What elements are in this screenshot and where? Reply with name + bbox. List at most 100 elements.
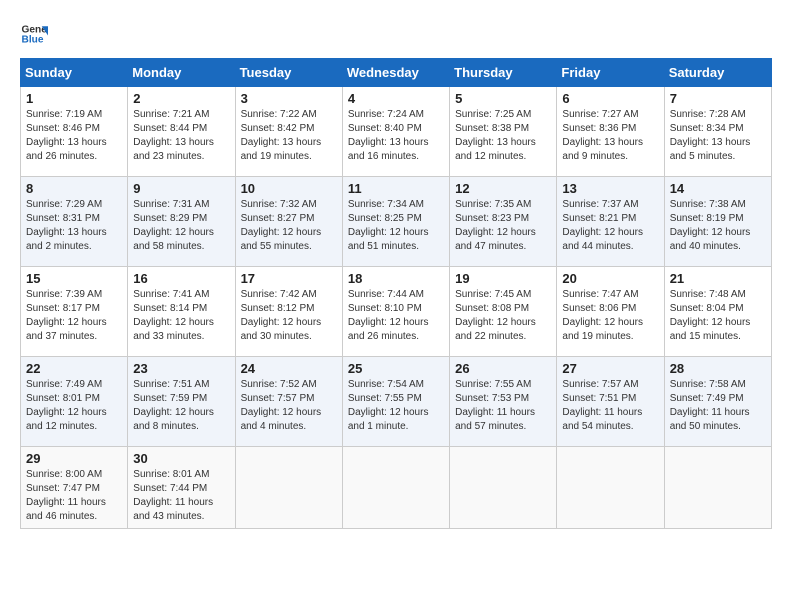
calendar-cell: 16 Sunrise: 7:41 AM Sunset: 8:14 PM Dayli…: [128, 267, 235, 357]
calendar-cell: 10 Sunrise: 7:32 AM Sunset: 8:27 PM Dayli…: [235, 177, 342, 267]
day-number: 15: [26, 271, 122, 286]
calendar-cell: 30 Sunrise: 8:01 AM Sunset: 7:44 PM Dayli…: [128, 447, 235, 529]
calendar-cell: 5Sunrise: 7:25 AM Sunset: 8:38 PM Daylig…: [450, 87, 557, 177]
calendar-cell: 20 Sunrise: 7:47 AM Sunset: 8:06 PM Dayli…: [557, 267, 664, 357]
day-number: 16: [133, 271, 229, 286]
calendar-week-5: 29 Sunrise: 8:00 AM Sunset: 7:47 PM Dayli…: [21, 447, 772, 529]
day-info: Sunrise: 7:55 AM Sunset: 7:53 PM Dayligh…: [455, 378, 551, 434]
day-number: 30: [133, 451, 229, 466]
calendar-header-row: SundayMondayTuesdayWednesdayThursdayFrid…: [21, 59, 772, 87]
calendar-cell: [235, 447, 342, 529]
day-number: 29: [26, 451, 122, 466]
day-number: 5: [455, 91, 551, 106]
day-number: 25: [348, 361, 444, 376]
day-info: Sunrise: 7:54 AM Sunset: 7:55 PM Dayligh…: [348, 378, 444, 434]
calendar-cell: 28 Sunrise: 7:58 AM Sunset: 7:49 PM Dayli…: [664, 357, 771, 447]
calendar-week-4: 22Sunrise: 7:49 AM Sunset: 8:01 PM Dayli…: [21, 357, 772, 447]
svg-text:Blue: Blue: [22, 35, 44, 46]
calendar-cell: 11Sunrise: 7:34 AM Sunset: 8:25 PM Dayli…: [342, 177, 449, 267]
day-info: Sunrise: 7:52 AM Sunset: 7:57 PM Dayligh…: [241, 378, 337, 434]
day-info: Sunrise: 7:51 AM Sunset: 7:59 PM Dayligh…: [133, 378, 229, 434]
calendar-cell: [342, 447, 449, 529]
day-number: 26: [455, 361, 551, 376]
day-number: 7: [670, 91, 766, 106]
day-number: 18: [348, 271, 444, 286]
day-number: 14: [670, 181, 766, 196]
day-number: 6: [562, 91, 658, 106]
calendar-header-monday: Monday: [128, 59, 235, 87]
day-info: Sunrise: 7:39 AM Sunset: 8:17 PM Dayligh…: [26, 288, 122, 344]
day-number: 10: [241, 181, 337, 196]
day-info: Sunrise: 7:19 AM Sunset: 8:46 PM Dayligh…: [26, 108, 122, 164]
day-number: 20: [562, 271, 658, 286]
day-info: Sunrise: 7:27 AM Sunset: 8:36 PM Dayligh…: [562, 108, 658, 164]
logo-icon: General Blue: [20, 20, 48, 48]
calendar-week-2: 8Sunrise: 7:29 AM Sunset: 8:31 PM Daylig…: [21, 177, 772, 267]
day-info: Sunrise: 7:22 AM Sunset: 8:42 PM Dayligh…: [241, 108, 337, 164]
day-info: Sunrise: 7:58 AM Sunset: 7:49 PM Dayligh…: [670, 378, 766, 434]
day-info: Sunrise: 7:24 AM Sunset: 8:40 PM Dayligh…: [348, 108, 444, 164]
day-info: Sunrise: 7:57 AM Sunset: 7:51 PM Dayligh…: [562, 378, 658, 434]
day-info: Sunrise: 7:29 AM Sunset: 8:31 PM Dayligh…: [26, 198, 122, 254]
day-number: 19: [455, 271, 551, 286]
day-number: 27: [562, 361, 658, 376]
calendar-cell: [557, 447, 664, 529]
day-info: Sunrise: 7:48 AM Sunset: 8:04 PM Dayligh…: [670, 288, 766, 344]
logo: General Blue: [20, 20, 52, 48]
calendar-header-wednesday: Wednesday: [342, 59, 449, 87]
calendar-header-sunday: Sunday: [21, 59, 128, 87]
calendar-cell: 26 Sunrise: 7:55 AM Sunset: 7:53 PM Dayli…: [450, 357, 557, 447]
day-info: Sunrise: 7:32 AM Sunset: 8:27 PM Dayligh…: [241, 198, 337, 254]
day-number: 13: [562, 181, 658, 196]
day-number: 24: [241, 361, 337, 376]
day-info: Sunrise: 7:49 AM Sunset: 8:01 PM Dayligh…: [26, 378, 122, 434]
day-info: Sunrise: 7:28 AM Sunset: 8:34 PM Dayligh…: [670, 108, 766, 164]
calendar-table: SundayMondayTuesdayWednesdayThursdayFrid…: [20, 58, 772, 529]
day-info: Sunrise: 7:35 AM Sunset: 8:23 PM Dayligh…: [455, 198, 551, 254]
calendar-cell: 9Sunrise: 7:31 AM Sunset: 8:29 PM Daylig…: [128, 177, 235, 267]
calendar-cell: [664, 447, 771, 529]
day-number: 21: [670, 271, 766, 286]
calendar-cell: 25 Sunrise: 7:54 AM Sunset: 7:55 PM Dayli…: [342, 357, 449, 447]
calendar-cell: 24 Sunrise: 7:52 AM Sunset: 7:57 PM Dayli…: [235, 357, 342, 447]
calendar-cell: 17 Sunrise: 7:42 AM Sunset: 8:12 PM Dayli…: [235, 267, 342, 357]
day-info: Sunrise: 8:01 AM Sunset: 7:44 PM Dayligh…: [133, 468, 229, 524]
calendar-cell: 18 Sunrise: 7:44 AM Sunset: 8:10 PM Dayli…: [342, 267, 449, 357]
calendar-cell: 13 Sunrise: 7:37 AM Sunset: 8:21 PM Dayli…: [557, 177, 664, 267]
day-info: Sunrise: 8:00 AM Sunset: 7:47 PM Dayligh…: [26, 468, 122, 524]
day-info: Sunrise: 7:37 AM Sunset: 8:21 PM Dayligh…: [562, 198, 658, 254]
calendar-cell: 3 Sunrise: 7:22 AM Sunset: 8:42 PM Daylig…: [235, 87, 342, 177]
day-number: 3: [241, 91, 337, 106]
calendar-header-saturday: Saturday: [664, 59, 771, 87]
calendar-week-1: 1 Sunrise: 7:19 AM Sunset: 8:46 PM Daylig…: [21, 87, 772, 177]
day-info: Sunrise: 7:44 AM Sunset: 8:10 PM Dayligh…: [348, 288, 444, 344]
calendar-cell: 23 Sunrise: 7:51 AM Sunset: 7:59 PM Dayli…: [128, 357, 235, 447]
day-number: 28: [670, 361, 766, 376]
calendar-cell: 6 Sunrise: 7:27 AM Sunset: 8:36 PM Daylig…: [557, 87, 664, 177]
calendar-cell: 22Sunrise: 7:49 AM Sunset: 8:01 PM Dayli…: [21, 357, 128, 447]
calendar-cell: 7 Sunrise: 7:28 AM Sunset: 8:34 PM Daylig…: [664, 87, 771, 177]
day-number: 17: [241, 271, 337, 286]
calendar-header-friday: Friday: [557, 59, 664, 87]
day-number: 23: [133, 361, 229, 376]
day-info: Sunrise: 7:42 AM Sunset: 8:12 PM Dayligh…: [241, 288, 337, 344]
day-number: 9: [133, 181, 229, 196]
day-info: Sunrise: 7:45 AM Sunset: 8:08 PM Dayligh…: [455, 288, 551, 344]
day-info: Sunrise: 7:38 AM Sunset: 8:19 PM Dayligh…: [670, 198, 766, 254]
calendar-cell: 15 Sunrise: 7:39 AM Sunset: 8:17 PM Dayli…: [21, 267, 128, 357]
day-number: 2: [133, 91, 229, 106]
day-info: Sunrise: 7:47 AM Sunset: 8:06 PM Dayligh…: [562, 288, 658, 344]
calendar-cell: [450, 447, 557, 529]
calendar-cell: 27 Sunrise: 7:57 AM Sunset: 7:51 PM Dayli…: [557, 357, 664, 447]
calendar-header-tuesday: Tuesday: [235, 59, 342, 87]
day-number: 11: [348, 181, 444, 196]
day-number: 1: [26, 91, 122, 106]
calendar-header-thursday: Thursday: [450, 59, 557, 87]
day-info: Sunrise: 7:41 AM Sunset: 8:14 PM Dayligh…: [133, 288, 229, 344]
calendar-cell: 2Sunrise: 7:21 AM Sunset: 8:44 PM Daylig…: [128, 87, 235, 177]
calendar-cell: 19 Sunrise: 7:45 AM Sunset: 8:08 PM Dayli…: [450, 267, 557, 357]
calendar-week-3: 15 Sunrise: 7:39 AM Sunset: 8:17 PM Dayli…: [21, 267, 772, 357]
day-number: 4: [348, 91, 444, 106]
calendar-cell: 21 Sunrise: 7:48 AM Sunset: 8:04 PM Dayli…: [664, 267, 771, 357]
calendar-cell: 1 Sunrise: 7:19 AM Sunset: 8:46 PM Daylig…: [21, 87, 128, 177]
